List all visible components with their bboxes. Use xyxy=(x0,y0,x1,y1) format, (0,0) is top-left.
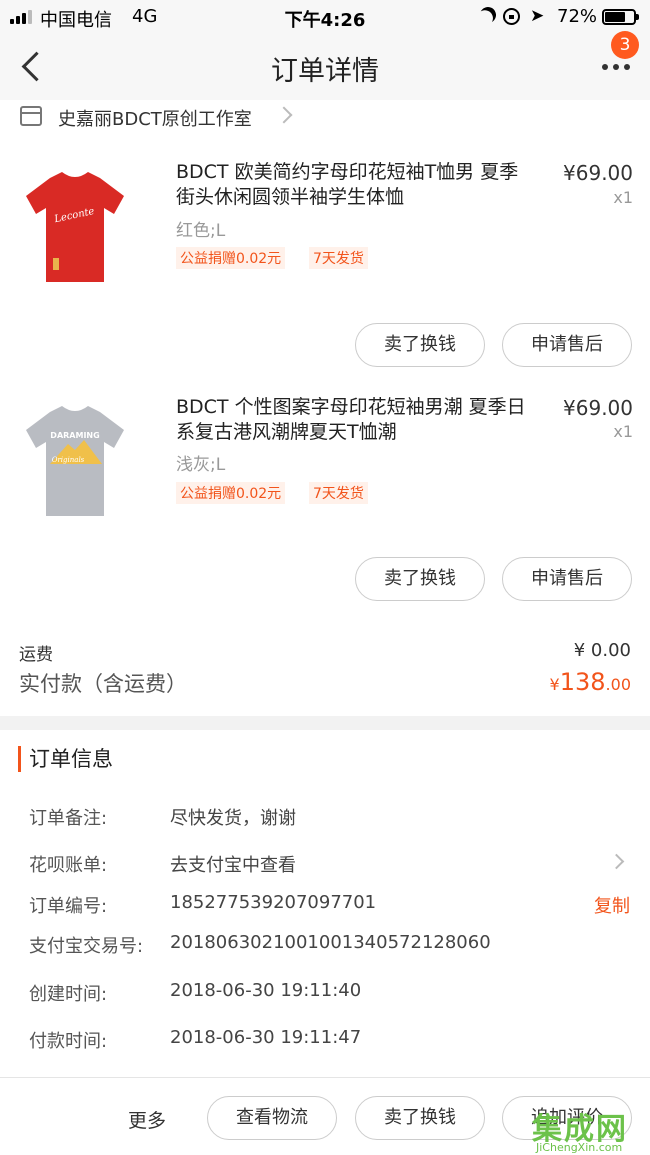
resell-button[interactable]: 卖了换钱 xyxy=(355,557,485,601)
status-bar: 中国电信 4G 下午4:26 ➤ 72% xyxy=(0,0,650,34)
shipping-value: ¥ 0.00 xyxy=(573,640,631,661)
gray-tshirt-image: DARAMING Originals xyxy=(26,406,124,516)
orientation-lock-icon xyxy=(503,8,520,25)
notification-badge: 3 xyxy=(611,31,639,59)
shop-row[interactable]: 史嘉丽BDCT原创工作室 xyxy=(0,100,650,136)
paid-label: 实付款（含运费） xyxy=(19,672,187,696)
after-sales-button[interactable]: 申请售后 xyxy=(502,557,632,601)
more-options-button[interactable] xyxy=(596,58,636,78)
shirt-print-subtext: Originals xyxy=(52,456,85,464)
chevron-right-icon xyxy=(608,853,625,870)
shipping-days-tag: 7天发货 xyxy=(309,482,368,504)
charity-tag: 公益捐赠0.02元 xyxy=(176,482,286,504)
order-number-label: 订单编号: xyxy=(29,896,108,917)
order-note-label: 订单备注: xyxy=(29,808,108,829)
order-note-value: 尽快发货，谢谢 xyxy=(170,808,296,829)
paid-time-value: 2018-06-30 19:11:47 xyxy=(170,1027,362,1048)
location-arrow-icon: ➤ xyxy=(530,6,545,26)
product-qty: x1 xyxy=(613,422,633,441)
shop-name: 史嘉丽BDCT原创工作室 xyxy=(58,109,252,130)
product-title[interactable]: BDCT 欧美简约字母印花短袖T恤男 夏季街头休闲圆领半袖学生体恤 xyxy=(176,160,536,210)
charity-tag: 公益捐赠0.02元 xyxy=(176,247,286,269)
product-price: ¥69.00 xyxy=(563,396,633,420)
created-time-value: 2018-06-30 19:11:40 xyxy=(170,980,362,1001)
product-sku: 浅灰;L xyxy=(176,455,226,475)
copy-button[interactable]: 复制 xyxy=(594,892,630,918)
section-divider xyxy=(0,716,650,730)
store-icon xyxy=(20,106,42,126)
shipping-label: 运费 xyxy=(19,645,53,665)
paid-decimal: .00 xyxy=(605,675,631,694)
alipay-trade-label: 支付宝交易号: xyxy=(29,936,144,957)
battery-icon xyxy=(602,9,639,25)
product-sku: 红色;L xyxy=(176,221,226,241)
huabei-bill-link[interactable]: 去支付宝中查看 xyxy=(170,851,296,877)
resell-button[interactable]: 卖了换钱 xyxy=(355,323,485,367)
created-time-label: 创建时间: xyxy=(29,984,108,1005)
red-tshirt-image: Leconte xyxy=(26,172,124,282)
huabei-bill-label: 花呗账单: xyxy=(29,855,108,876)
status-time: 下午4:26 xyxy=(284,10,366,31)
alipay-trade-value: 2018063021001001340572128060 xyxy=(170,932,491,953)
resell-button[interactable]: 卖了换钱 xyxy=(355,1096,485,1140)
after-sales-button[interactable]: 申请售后 xyxy=(502,323,632,367)
watermark-url: JiChengXin.com xyxy=(536,1141,623,1154)
nav-bar: 订单详情 xyxy=(0,34,650,100)
watermark-logo: 集成网 JiChengXin.com xyxy=(532,1104,650,1155)
page-title: 订单详情 xyxy=(271,56,379,87)
paid-time-label: 付款时间: xyxy=(29,1031,108,1052)
order-info-heading: 订单信息 xyxy=(18,746,113,772)
order-number-value: 185277539207097701 xyxy=(170,892,377,913)
product-price: ¥69.00 xyxy=(563,161,633,185)
shirt-print-text: DARAMING xyxy=(50,431,99,440)
paid-amount: ¥138.00 xyxy=(550,668,631,696)
paid-integer: 138 xyxy=(559,668,606,696)
chevron-right-icon xyxy=(275,106,293,124)
product-title[interactable]: BDCT 个性图案字母印花短袖男潮 夏季日系复古港风潮牌夏天T恤潮 xyxy=(176,395,536,445)
shipping-days-tag: 7天发货 xyxy=(309,247,368,269)
view-logistics-button[interactable]: 查看物流 xyxy=(207,1096,337,1140)
more-button[interactable]: 更多 xyxy=(128,1106,166,1133)
product-item[interactable]: DARAMING Originals BDCT 个性图案字母印花短袖男潮 夏季日… xyxy=(0,0,650,516)
product-qty: x1 xyxy=(613,188,633,207)
battery-percent: 72% xyxy=(557,6,598,27)
paid-currency: ¥ xyxy=(549,675,560,694)
